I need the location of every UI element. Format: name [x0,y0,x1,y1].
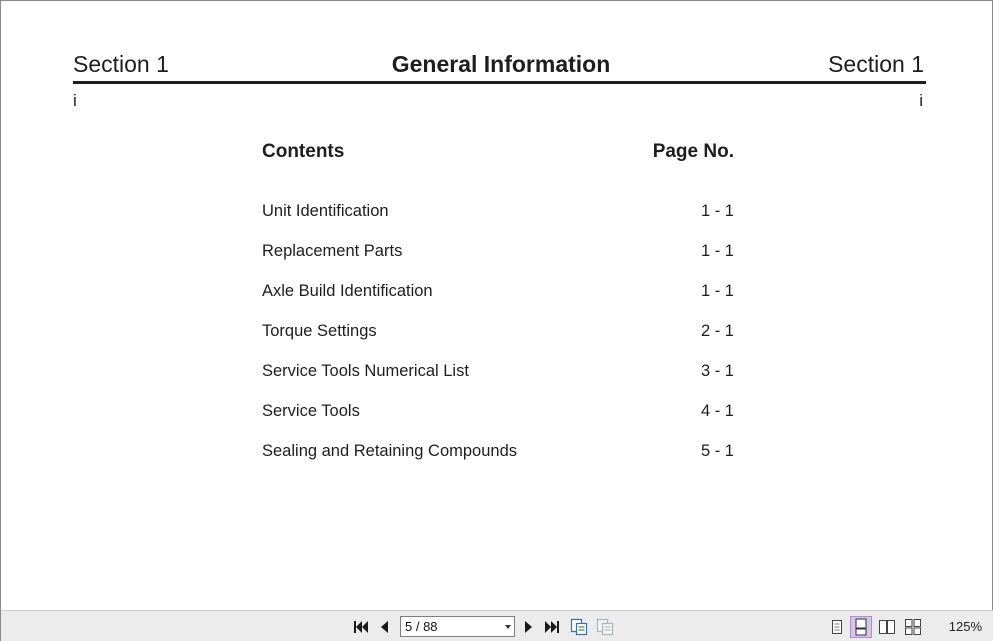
toc-row[interactable]: Torque Settings 2 - 1 [262,321,734,361]
toc-page: 1 - 1 [700,202,734,220]
toc-list: Unit Identification 1 - 1 Replacement Pa… [262,201,734,481]
toc-title: Torque Settings [262,322,377,340]
toc-title: Service Tools Numerical List [262,362,469,380]
toc-page: 1 - 1 [700,242,734,260]
toc-page: 5 - 1 [700,442,734,460]
last-page-button[interactable] [542,616,562,638]
toc-row[interactable]: Sealing and Retaining Compounds 5 - 1 [262,441,734,481]
copy-disabled-icon [596,618,614,636]
toc-page: 1 - 1 [700,282,734,300]
toc-page: 4 - 1 [700,402,734,420]
toc-page-heading: Page No. [652,141,734,162]
copy-disabled-button[interactable] [594,616,616,638]
prev-page-button[interactable] [375,616,393,638]
header-rule [73,81,926,84]
toc-page: 2 - 1 [700,322,734,340]
single-page-view-icon [832,620,842,634]
last-page-icon [545,621,559,633]
toc-title: Axle Build Identification [262,282,433,300]
chevron-down-icon[interactable] [505,625,511,629]
two-page-continuous-button[interactable] [902,616,924,638]
next-page-button[interactable] [520,616,538,638]
page-number-left: i [73,91,77,110]
viewer-toolbar: 5 / 88 125% [1,610,993,641]
toc-title: Service Tools [262,402,360,420]
toc-title: Unit Identification [262,202,389,220]
continuous-view-button[interactable] [850,616,872,638]
two-page-continuous-icon [905,619,921,635]
prev-page-icon [381,621,388,633]
first-page-icon [354,621,368,633]
toc-row[interactable]: Replacement Parts 1 - 1 [262,241,734,281]
header-section-right: Section 1 [828,51,924,77]
zoom-level[interactable]: 125% [949,619,982,634]
copy-page-button[interactable] [568,616,590,638]
copy-page-icon [570,618,588,636]
single-page-view-button[interactable] [827,616,847,638]
two-page-view-button[interactable] [876,616,898,638]
toc-title: Replacement Parts [262,242,403,260]
page-selector[interactable]: 5 / 88 [400,616,515,637]
toc-page: 3 - 1 [700,362,734,380]
toc-row[interactable]: Service Tools 4 - 1 [262,401,734,441]
page-indicator-text: 5 / 88 [405,619,438,634]
toc-contents-heading: Contents [262,141,345,162]
toc-row[interactable]: Axle Build Identification 1 - 1 [262,281,734,321]
toc-row[interactable]: Service Tools Numerical List 3 - 1 [262,361,734,401]
document-viewer: Section 1 General Information Section 1 … [0,0,993,641]
continuous-view-icon [855,618,867,636]
first-page-button[interactable] [351,616,371,638]
two-page-view-icon [879,620,895,634]
page-number-right: i [919,91,923,110]
next-page-icon [525,621,532,633]
toc-row[interactable]: Unit Identification 1 - 1 [262,201,734,241]
document-page: Section 1 General Information Section 1 … [1,1,993,610]
toc-title: Sealing and Retaining Compounds [262,442,518,460]
